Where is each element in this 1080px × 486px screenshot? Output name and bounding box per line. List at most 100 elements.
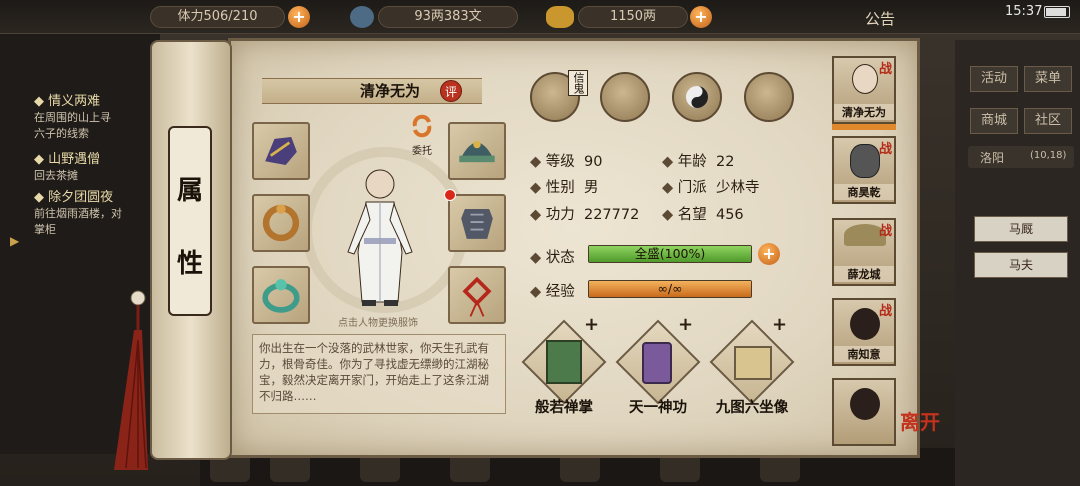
power-value: 227772 [583, 207, 640, 223]
location-box: 洛阳 (10,18) [968, 146, 1074, 168]
quest-item[interactable]: ◆ 山野遇僧 回去茶摊 [34, 148, 154, 183]
equip-slot-armor[interactable] [448, 194, 506, 252]
battle-tag: 战 [878, 304, 892, 319]
leave-button[interactable]: 离开 [900, 406, 950, 456]
stat-sect: ◆ 门派 少林寺 [662, 180, 760, 196]
battery-icon [1044, 6, 1070, 18]
stat-level: ◆ 等级 90 [530, 154, 603, 170]
quest-desc: 前往烟雨酒楼，对 [34, 207, 122, 220]
party-member-card[interactable]: 战 商昊乾 [832, 136, 896, 204]
groom-button[interactable]: 马夫 [974, 252, 1068, 278]
avatar [850, 388, 880, 420]
icon-tag: 信鬼 [568, 70, 588, 96]
change-outfit-hint: 点击人物更换服饰 [338, 318, 418, 329]
party-member-name: 清净无为 [834, 104, 894, 120]
shop-button[interactable]: 商城 [970, 108, 1018, 134]
stat-fame: ◆ 名望 456 [662, 207, 744, 223]
diamond-icon: ◆ [662, 154, 678, 170]
stat-age: ◆ 年龄 22 [662, 154, 735, 170]
location-coords: (10,18) [1030, 150, 1067, 161]
party-member-card[interactable]: 战 清净无为 [832, 56, 896, 124]
quest-title: 山野遇僧 [48, 152, 101, 167]
menu-button[interactable]: 菜单 [1024, 66, 1072, 92]
fame-value: 456 [715, 207, 744, 223]
quest-desc: 回去茶摊 [34, 169, 78, 182]
exp-bar: ∞/∞ [588, 280, 752, 298]
equip-slot-helmet[interactable] [448, 122, 506, 180]
status-bar: 全盛(100%) [588, 245, 752, 263]
equip-slot-ring[interactable] [252, 266, 310, 324]
stat-gender: ◆ 性别 男 [530, 180, 599, 196]
location-name: 洛阳 [980, 151, 1005, 165]
skill-label: 九图六坐像 [715, 400, 789, 416]
scroll-title-char: 属 [176, 176, 203, 206]
status-text: 全盛(100%) [634, 246, 706, 261]
status-label: ◆ 状态 [530, 250, 575, 266]
quest-desc: 掌柜 [34, 223, 56, 236]
quest-item[interactable]: ◆ 除夕团圆夜 前往烟雨酒楼，对 掌柜 [34, 186, 154, 237]
diamond-icon: ◆ [662, 207, 678, 223]
body-meridian-icon[interactable] [744, 72, 794, 122]
community-button[interactable]: 社区 [1024, 108, 1072, 134]
add-skill-button[interactable]: + [772, 314, 787, 335]
skill-manual-icon [734, 346, 772, 380]
skill-book-icon [546, 340, 582, 384]
review-badge[interactable]: 评 [440, 80, 462, 102]
map-icon[interactable] [600, 72, 650, 122]
add-skill-button[interactable]: + [678, 314, 693, 335]
skill-scroll-icon [642, 342, 672, 384]
tassel-decoration [114, 290, 148, 470]
restore-status-button[interactable]: + [758, 243, 780, 265]
bracelet-icon [262, 204, 300, 242]
party-member-name: 南知意 [834, 346, 894, 362]
quest-title: 情义两难 [48, 94, 101, 109]
party-member-card[interactable]: 战 薛龙城 [832, 218, 896, 286]
character-figure[interactable] [330, 162, 430, 312]
announcement-button[interactable]: 公告 [865, 8, 895, 29]
helmet-icon [459, 140, 495, 163]
equip-slot-accessory[interactable] [448, 266, 506, 324]
avatar [850, 308, 880, 340]
exp-label: ◆ 经验 [530, 284, 575, 300]
gold-display: 1150两 [578, 6, 688, 28]
add-stamina-button[interactable]: + [288, 6, 310, 28]
stamina-display: 体力506/210 [150, 6, 285, 28]
avatar [852, 64, 878, 94]
stable-button[interactable]: 马厩 [974, 216, 1068, 242]
delegate-icon [412, 114, 432, 138]
party-member-card[interactable] [832, 378, 896, 446]
party-member-card[interactable]: 战 南知意 [832, 298, 896, 366]
character-name: 清净无为 [359, 82, 420, 100]
diamond-icon: ◆ [662, 180, 678, 196]
equip-slot-gloves[interactable] [252, 122, 310, 180]
battle-tag: 战 [878, 62, 892, 77]
diamond-icon: ◆ [530, 284, 546, 300]
diamond-icon: ◆ [34, 152, 49, 167]
clock: 15:37 [1005, 4, 1043, 19]
diamond-icon: ◆ [530, 180, 546, 196]
expand-arrow-icon[interactable]: ▶ [10, 234, 19, 248]
level-value: 90 [583, 154, 603, 170]
delegate-button[interactable]: 委托 [405, 114, 439, 157]
silver-icon [350, 6, 374, 28]
scroll-title-char: 性 [176, 249, 203, 279]
stable-label: 马厩 [1008, 222, 1033, 236]
add-skill-button[interactable]: + [584, 314, 599, 335]
sect-value: 少林寺 [715, 180, 760, 196]
activity-button[interactable]: 活动 [970, 66, 1018, 92]
exp-text: ∞/∞ [657, 281, 683, 296]
diamond-icon: ◆ [530, 154, 546, 170]
money-display: 93两383文 [378, 6, 518, 28]
diamond-icon: ◆ [530, 250, 546, 266]
chinese-knot-icon [462, 276, 492, 317]
diamond-icon: ◆ [34, 94, 49, 109]
scroll-title-box: 属 性 [168, 126, 212, 316]
party-member-name: 薛龙城 [834, 266, 894, 282]
add-gold-button[interactable]: + [690, 6, 712, 28]
quest-item[interactable]: ◆ 情义两难 在周围的山上寻 六子的线索 [34, 90, 154, 141]
jade-ring-icon [262, 279, 300, 313]
bagua-icon[interactable] [672, 72, 722, 122]
diamond-icon: ◆ [34, 190, 49, 205]
quest-title: 除夕团圆夜 [48, 190, 114, 205]
equip-slot-bracelet[interactable] [252, 194, 310, 252]
